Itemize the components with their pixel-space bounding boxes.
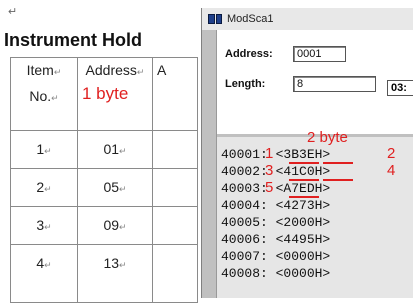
length-input[interactable]: 8 — [293, 76, 376, 92]
annotation-number-4: 4 — [387, 162, 396, 179]
cell-a — [152, 168, 198, 207]
register-display[interactable]: 40001: <3B3EH> 40002: <41C0H> 40003: <A7… — [217, 129, 413, 298]
cell-item: 3↵ — [10, 206, 78, 245]
register-row: 40007: <0000H> — [221, 249, 331, 264]
instrument-table: Item↵ No.↵ Address↵ 1 byte A 1↵ 01↵ 2↵ 0… — [10, 57, 198, 303]
header-a: A — [152, 57, 198, 131]
window-title: ModSca1 — [227, 13, 274, 25]
window-titlebar[interactable]: ModSca1 — [202, 8, 413, 30]
underline-3 — [289, 179, 319, 181]
header-address: Address↵ 1 byte — [77, 57, 153, 131]
cell-a — [152, 206, 198, 245]
annotation-number-1: 1 — [265, 145, 274, 162]
table-row: 2↵ 05↵ — [10, 168, 198, 207]
length-row: Length: 8 — [217, 76, 376, 92]
table-row: 4↵ 13↵ — [10, 244, 198, 303]
address-input[interactable]: 0001 — [293, 46, 346, 62]
annotation-number-2: 2 — [387, 145, 396, 162]
annotation-1-byte: 1 byte — [82, 84, 129, 103]
document-child-window: Address: 0001 Length: 8 03: 40001: <3B3E… — [216, 30, 413, 298]
register-row: 40003: <A7EDH> — [221, 181, 331, 196]
register-row: 40006: <4495H> — [221, 232, 331, 247]
address-row: Address: 0001 — [217, 46, 346, 62]
cell-address: 09↵ — [77, 206, 153, 245]
cell-a — [152, 244, 198, 303]
table-row: 1↵ 01↵ — [10, 130, 198, 169]
document-page: ↵ Instrument Hold Item↵ No.↵ Address↵ 1 … — [0, 0, 215, 303]
underline-2 — [323, 162, 353, 164]
cell-item: 4↵ — [10, 244, 78, 303]
header-item-no: Item↵ No.↵ — [10, 57, 78, 131]
cell-item: 1↵ — [10, 130, 78, 169]
length-label: Length: — [225, 78, 266, 90]
annotation-2-byte: 2 byte — [307, 129, 348, 146]
app-icon — [208, 14, 222, 24]
address-label: Address: — [225, 48, 273, 60]
device-id-field[interactable]: 03: — [387, 80, 413, 96]
document-title: Instrument Hold — [4, 30, 142, 50]
cell-address: 01↵ — [77, 130, 153, 169]
underline-5 — [289, 196, 319, 198]
cell-address: 13↵ — [77, 244, 153, 303]
register-row: 40001: <3B3EH> — [221, 147, 331, 162]
table-row: 3↵ 09↵ — [10, 206, 198, 245]
annotation-number-3: 3 — [265, 162, 274, 179]
register-row: 40004: <4273H> — [221, 198, 331, 213]
register-row: 40005: <2000H> — [221, 215, 331, 230]
register-row: 40008: <0000H> — [221, 266, 331, 281]
cell-address: 05↵ — [77, 168, 153, 207]
cell-a — [152, 130, 198, 169]
annotation-number-5: 5 — [265, 179, 274, 196]
paragraph-mark: ↵ — [8, 6, 18, 18]
underline-1 — [289, 162, 319, 164]
modscan-window[interactable]: ModSca1 Address: 0001 Length: 8 03: 4000… — [201, 8, 413, 298]
cell-item: 2↵ — [10, 168, 78, 207]
underline-4 — [323, 179, 353, 181]
register-row: 40002: <41C0H> — [221, 164, 331, 179]
